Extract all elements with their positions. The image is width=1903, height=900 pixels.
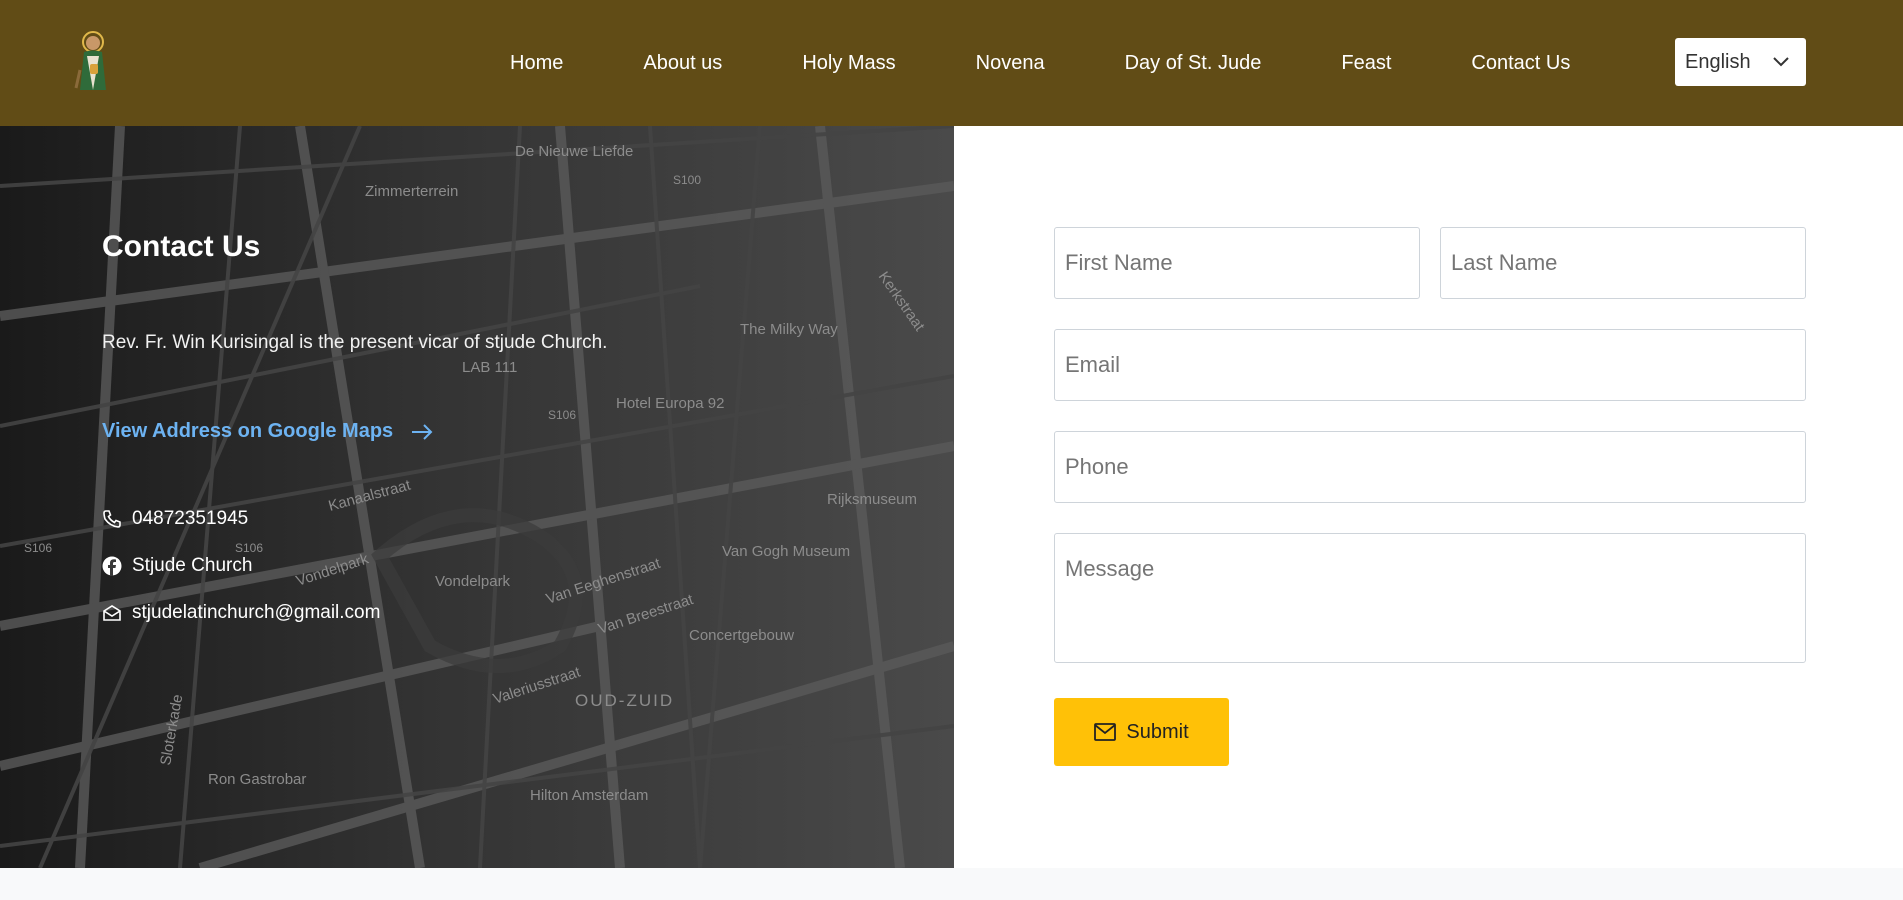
facebook-name: Stjude Church: [132, 555, 253, 576]
email-row[interactable]: stjudelatinchurch@gmail.com: [102, 602, 380, 624]
chevron-down-icon: [1773, 57, 1789, 67]
submit-button[interactable]: Submit: [1054, 698, 1229, 766]
arrow-right-icon: [412, 423, 433, 440]
svg-text:Vondelpark: Vondelpark: [294, 550, 371, 590]
first-name-input[interactable]: [1054, 227, 1420, 299]
svg-text:S106: S106: [24, 541, 52, 555]
phone-icon: [103, 510, 121, 528]
top-navbar: Home About us Holy Mass Novena Day of St…: [0, 0, 1903, 126]
google-maps-link[interactable]: View Address on Google Maps: [102, 420, 433, 443]
nav-about-us[interactable]: About us: [643, 52, 722, 75]
page-footer-strip: [0, 868, 1903, 900]
svg-text:De Nieuwe Liefde: De Nieuwe Liefde: [515, 143, 633, 160]
phone-input[interactable]: [1054, 431, 1806, 503]
nav-contact-us[interactable]: Contact Us: [1471, 52, 1570, 75]
language-select[interactable]: English: [1675, 38, 1806, 86]
phone-number: 04872351945: [132, 508, 249, 529]
nav-novena[interactable]: Novena: [976, 52, 1045, 75]
svg-text:Ron Gastrobar: Ron Gastrobar: [208, 771, 306, 788]
saint-logo-icon[interactable]: [66, 30, 120, 96]
svg-text:S106: S106: [235, 541, 263, 555]
svg-text:Kanaalstraat: Kanaalstraat: [327, 476, 414, 514]
svg-text:Zimmerterrein: Zimmerterrein: [365, 183, 458, 200]
svg-text:Rijksmuseum: Rijksmuseum: [827, 491, 917, 508]
email-address: stjudelatinchurch@gmail.com: [132, 602, 381, 623]
svg-text:Vondelpark: Vondelpark: [435, 573, 511, 590]
submit-label: Submit: [1126, 720, 1189, 743]
facebook-icon: [102, 556, 122, 576]
nav-holy-mass[interactable]: Holy Mass: [802, 52, 895, 75]
google-maps-link-label: View Address on Google Maps: [102, 420, 394, 442]
svg-text:Van Gogh Museum: Van Gogh Museum: [722, 543, 850, 560]
svg-text:Concertgebouw: Concertgebouw: [689, 627, 794, 644]
nav-home[interactable]: Home: [510, 52, 563, 75]
nav-feast[interactable]: Feast: [1341, 52, 1391, 75]
contact-form: Submit: [954, 126, 1903, 868]
facebook-row[interactable]: Stjude Church: [102, 555, 252, 577]
svg-text:S106: S106: [548, 408, 576, 422]
nav-day-of-st-jude[interactable]: Day of St. Jude: [1125, 52, 1262, 75]
svg-text:S100: S100: [673, 173, 701, 187]
svg-text:Hilton Amsterdam: Hilton Amsterdam: [530, 787, 648, 804]
svg-text:Hotel Europa 92: Hotel Europa 92: [616, 395, 724, 412]
mail-icon: [103, 605, 121, 621]
language-value: English: [1685, 50, 1751, 73]
main-nav: Home About us Holy Mass Novena Day of St…: [510, 0, 1570, 126]
vicar-text: Rev. Fr. Win Kurisingal is the present v…: [102, 332, 608, 353]
email-input[interactable]: [1054, 329, 1806, 401]
svg-text:The Milky Way: The Milky Way: [740, 321, 838, 338]
contact-title: Contact Us: [102, 230, 261, 263]
svg-text:LAB 111: LAB 111: [462, 359, 517, 376]
svg-text:OUD-ZUID: OUD-ZUID: [575, 691, 674, 710]
contact-info-panel: De Nieuwe Liefde Zimmerterrein S100 The …: [0, 126, 954, 868]
message-textarea[interactable]: [1054, 533, 1806, 663]
svg-text:Kerkstraat: Kerkstraat: [875, 269, 929, 335]
last-name-input[interactable]: [1440, 227, 1806, 299]
envelope-icon: [1094, 723, 1117, 741]
phone-row[interactable]: 04872351945: [102, 508, 248, 530]
